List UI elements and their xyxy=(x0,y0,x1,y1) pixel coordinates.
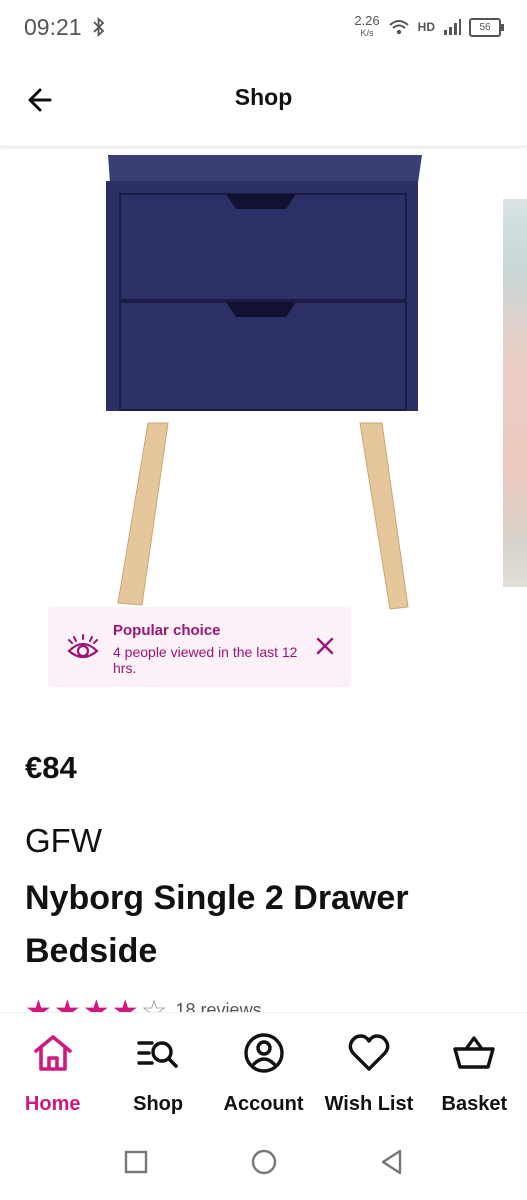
heart-icon xyxy=(348,1034,390,1071)
status-left: 09:21 xyxy=(24,14,106,41)
nav-label-home: Home xyxy=(24,1093,81,1115)
page-title: Shop xyxy=(234,84,293,110)
hd-indicator: HD xyxy=(417,20,435,34)
network-speed-unit: K/s xyxy=(360,28,374,38)
popular-choice-text: 4 people viewed in the last 12 hrs. xyxy=(113,644,298,676)
battery-icon: 56 xyxy=(469,17,504,37)
popular-choice-banner: Popular choice 4 people viewed in the la… xyxy=(48,607,351,687)
nav-wish-list[interactable]: Wish List xyxy=(316,1013,421,1125)
bluetooth-icon xyxy=(92,17,104,37)
nav-label-account: Account xyxy=(223,1093,304,1115)
wifi-icon xyxy=(388,20,409,35)
popular-choice-title: Popular choice xyxy=(113,622,221,639)
nav-label-shop: Shop xyxy=(133,1093,184,1115)
status-bar: 09:21 2.26 K/s HD 56 xyxy=(0,0,527,54)
home-circle-icon[interactable] xyxy=(250,1148,278,1176)
close-icon[interactable] xyxy=(314,635,336,657)
signal-icon xyxy=(444,19,461,35)
shop-search-icon xyxy=(137,1041,178,1068)
product-price: €84 xyxy=(25,750,77,785)
next-product-image[interactable] xyxy=(503,199,527,587)
product-brand: GFW xyxy=(25,822,102,859)
recent-apps-icon[interactable] xyxy=(122,1148,150,1176)
back-triangle-icon[interactable] xyxy=(378,1148,406,1176)
eye-icon xyxy=(67,634,99,659)
nav-shop[interactable]: Shop xyxy=(105,1013,210,1125)
bottom-navigation: Home Shop Account Wish List Basket xyxy=(0,1012,527,1125)
system-navigation xyxy=(0,1124,527,1200)
home-icon xyxy=(33,1035,72,1071)
product-image[interactable] xyxy=(90,147,440,617)
network-speed: 2.26 K/s xyxy=(354,13,380,39)
account-icon xyxy=(243,1033,284,1073)
nav-basket[interactable]: Basket xyxy=(422,1013,527,1125)
basket-icon xyxy=(453,1036,496,1069)
nav-account[interactable]: Account xyxy=(211,1013,316,1125)
network-speed-value: 2.26 xyxy=(354,13,380,28)
app-header: Shop xyxy=(0,54,527,147)
product-image-gallery[interactable]: Popular choice 4 people viewed in the la… xyxy=(0,147,527,707)
nav-home[interactable]: Home xyxy=(0,1013,105,1125)
nav-label-wish-list: Wish List xyxy=(324,1093,414,1115)
nav-label-basket: Basket xyxy=(441,1093,508,1115)
product-title: Nyborg Single 2 Drawer Bedside xyxy=(25,879,409,970)
status-right: 2.26 K/s HD 56 xyxy=(354,13,504,39)
clock: 09:21 xyxy=(24,13,82,40)
